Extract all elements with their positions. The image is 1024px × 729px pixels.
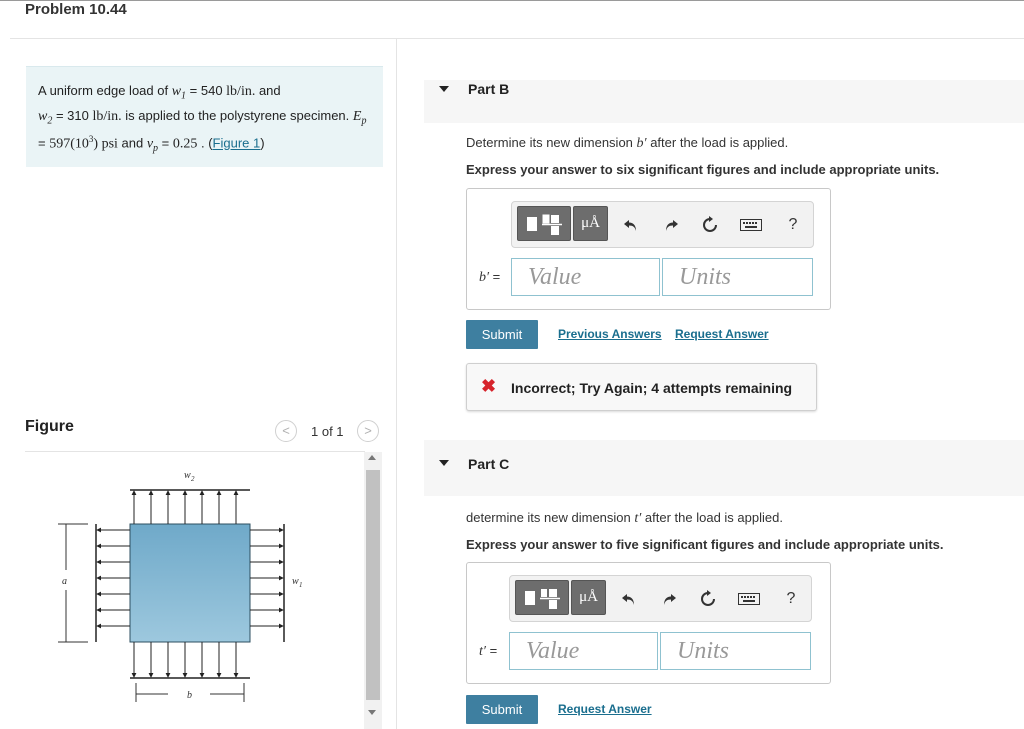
part-b-answer-box: μÅ ? b′ =	[466, 188, 831, 310]
template-icon	[525, 589, 560, 609]
E-unit: psi	[98, 136, 118, 152]
statement-text: A uniform edge load of	[38, 83, 172, 98]
w1-label: w	[292, 576, 299, 587]
part-c-variable-label: t′ =	[479, 643, 497, 660]
statement-text: =	[38, 135, 50, 151]
problem-title: Problem 10.44	[25, 1, 127, 18]
prompt-text: after the load is applied.	[646, 135, 789, 150]
w2-value: = 310	[52, 107, 93, 123]
b-label: b	[187, 690, 192, 701]
prompt-text: Determine its new dimension	[466, 135, 637, 150]
figure-next-button[interactable]: >	[357, 420, 379, 442]
w1-symbol: w	[171, 84, 182, 99]
previous-answers-link[interactable]: Previous Answers	[558, 327, 662, 341]
template-button[interactable]	[517, 206, 571, 241]
part-c-header[interactable]	[424, 440, 1024, 496]
statement-text: )	[260, 135, 265, 151]
title-rule	[10, 38, 1024, 39]
specimen-figure: w 2 w 1 a b	[58, 470, 303, 702]
figure-scroll-thumb[interactable]	[366, 470, 380, 700]
math-toolbar: μÅ ?	[509, 575, 812, 622]
part-b-header[interactable]	[424, 80, 1024, 123]
keyboard-icon[interactable]	[738, 214, 764, 236]
redo-icon[interactable]	[660, 214, 682, 236]
E-value: 597(10	[49, 136, 89, 152]
part-b-submit-button[interactable]: Submit	[466, 320, 538, 349]
part-b-variable-label: b′ =	[479, 269, 500, 286]
feedback-message: ✖ Incorrect; Try Again; 4 attempts remai…	[466, 363, 817, 411]
help-icon[interactable]: ?	[780, 588, 802, 610]
part-b-request-answer-link[interactable]: Request Answer	[675, 327, 769, 341]
left-load-arrows	[96, 527, 130, 629]
keyboard-icon[interactable]	[736, 588, 762, 610]
micro-angstrom-button[interactable]: μÅ	[571, 580, 606, 615]
equals-sign: =	[485, 643, 498, 658]
redo-icon[interactable]	[658, 588, 680, 610]
w2-label-sub: 2	[191, 475, 195, 483]
a-label: a	[62, 576, 67, 587]
part-b-title: Part B	[468, 81, 510, 97]
w2-unit: lb/in.	[92, 108, 122, 124]
template-icon	[527, 214, 562, 235]
statement-text: and	[117, 135, 147, 151]
w1-value: = 540	[186, 83, 227, 98]
collapse-caret-icon[interactable]	[439, 86, 449, 92]
part-c-answer-box: μÅ ? t′ =	[466, 562, 831, 684]
micro-angstrom-button[interactable]: μÅ	[573, 206, 608, 241]
part-b-instruction: Express your answer to six significant f…	[466, 162, 940, 177]
prompt-text: after the load is applied.	[641, 510, 783, 525]
statement-text: . (	[197, 135, 213, 151]
variable-symbol: b′	[479, 270, 490, 285]
reset-icon[interactable]	[697, 588, 719, 610]
statement-text: =	[158, 135, 173, 151]
feedback-text: Incorrect; Try Again; 4 attempts remaini…	[511, 380, 793, 396]
top-load-arrows	[131, 490, 239, 498]
statement-text: is applied to the polystyrene specimen.	[121, 107, 353, 123]
undo-icon[interactable]	[618, 588, 640, 610]
variable-symbol: t′	[479, 644, 486, 659]
figure-prev-button[interactable]: <	[275, 420, 297, 442]
prompt-variable: b′	[636, 136, 647, 151]
w1-label-sub: 1	[299, 581, 303, 589]
specimen-block	[129, 523, 251, 643]
figure-rule	[25, 451, 365, 452]
undo-icon[interactable]	[620, 214, 642, 236]
part-c-value-input[interactable]	[509, 632, 658, 670]
scroll-up-icon[interactable]	[368, 455, 376, 460]
bottom-load-arrows	[131, 642, 239, 678]
figure-label: Figure	[25, 418, 74, 435]
incorrect-x-icon: ✖	[481, 376, 497, 396]
nu-value: 0.25	[172, 136, 198, 152]
w1-unit: lb/in.	[226, 84, 256, 99]
part-c-title: Part C	[468, 456, 510, 472]
collapse-caret-icon[interactable]	[439, 460, 449, 466]
figure-pager: 1 of 1	[311, 424, 344, 439]
help-icon[interactable]: ?	[782, 214, 804, 236]
statement-text: and	[255, 83, 281, 98]
prompt-text: determine its new dimension	[466, 510, 635, 525]
part-b-value-input[interactable]	[511, 258, 660, 296]
part-c-submit-button[interactable]: Submit	[466, 695, 538, 724]
part-c-prompt: determine its new dimension t′ after the…	[466, 510, 783, 527]
top-rule	[0, 0, 1024, 1]
part-b-units-input[interactable]	[662, 258, 813, 296]
math-toolbar: μÅ ?	[511, 201, 814, 248]
part-c-units-input[interactable]	[660, 632, 811, 670]
reset-icon[interactable]	[699, 214, 721, 236]
E-subscript: p	[361, 115, 367, 127]
right-load-arrows	[250, 527, 284, 629]
problem-statement: A uniform edge load of w1 = 540 lb/in. a…	[26, 66, 383, 167]
part-c-request-answer-link[interactable]: Request Answer	[558, 702, 652, 716]
w2-symbol: w	[38, 108, 48, 124]
part-b-prompt: Determine its new dimension b′ after the…	[466, 135, 788, 152]
scroll-down-icon[interactable]	[368, 710, 376, 715]
w2-label: w	[184, 470, 191, 481]
figure-link[interactable]: Figure 1	[213, 136, 261, 151]
part-c-instruction: Express your answer to five significant …	[466, 537, 944, 552]
column-divider	[396, 38, 397, 729]
equals-sign: =	[489, 269, 501, 284]
template-button[interactable]	[515, 580, 569, 615]
